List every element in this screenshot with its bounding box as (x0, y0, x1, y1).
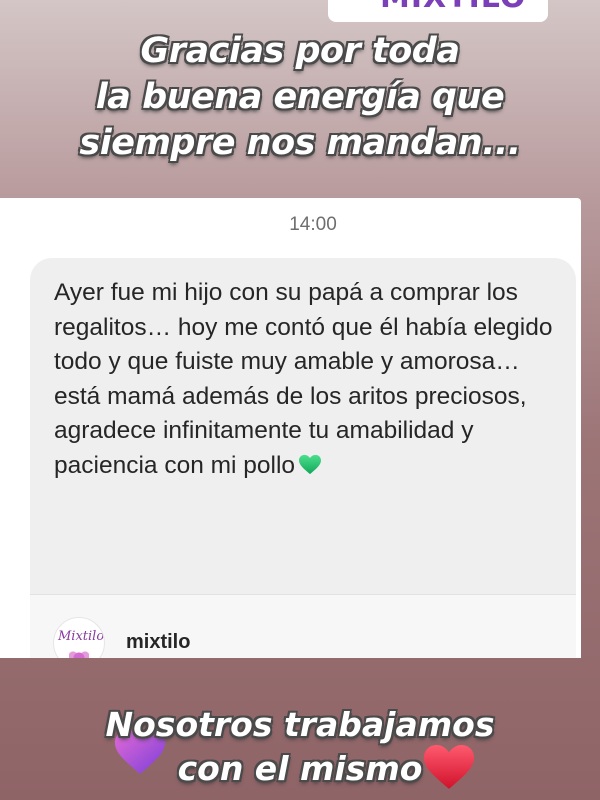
message-body: Ayer fue mi hijo con su papá a comprar l… (54, 279, 553, 479)
footer-text: Nosotros trabajamos con el mismo (0, 703, 600, 791)
green-heart-icon (299, 454, 322, 474)
footer-line: con el mismo (177, 749, 423, 788)
headline-line: Gracias por toda (140, 31, 460, 71)
headline-line: la buena energía que (95, 77, 505, 117)
avatar[interactable]: Mixtilo (53, 617, 105, 658)
headline-text: Gracias por toda la buena energía que si… (0, 28, 600, 166)
top-sticker-text: MIXTILO (380, 0, 526, 15)
headline-line: siempre nos mandan... (79, 123, 521, 163)
message-bubble[interactable]: Ayer fue mi hijo con su papá a comprar l… (30, 258, 576, 658)
footer-line: Nosotros trabajamos (105, 705, 495, 744)
red-heart-icon (423, 745, 475, 789)
flower-icon (69, 648, 89, 658)
dm-screenshot-card: 14:00 Ayer fue mi hijo con su papá a com… (0, 198, 581, 658)
message-timestamp: 14:00 (289, 214, 337, 235)
shared-post-account-name[interactable]: mixtilo (126, 631, 190, 654)
message-text: Ayer fue mi hijo con su papá a comprar l… (54, 276, 554, 483)
shared-post-preview[interactable]: Mixtilo mixtilo (30, 594, 576, 658)
top-sticker: MIXTILO (328, 0, 548, 22)
avatar-logo-text: Mixtilo (58, 629, 105, 644)
